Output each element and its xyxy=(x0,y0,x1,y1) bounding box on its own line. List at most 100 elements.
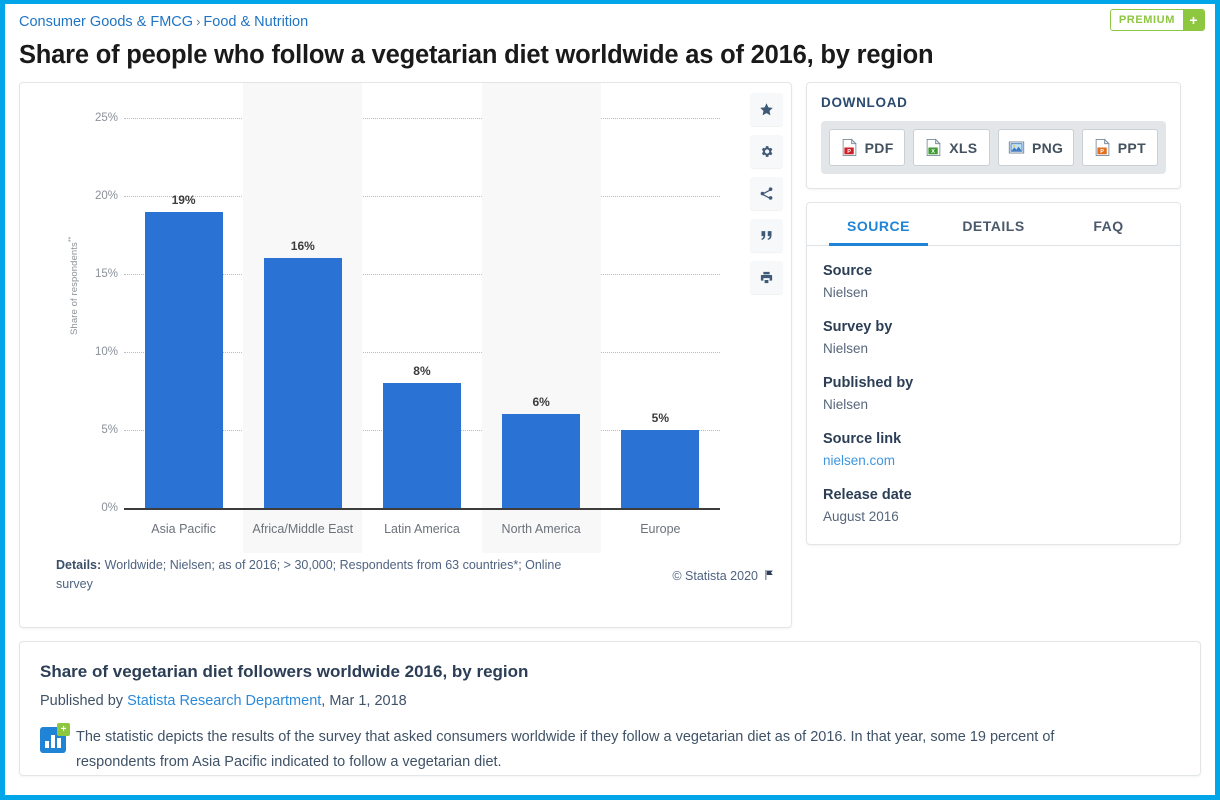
x-axis-label: Latin America xyxy=(384,522,460,536)
source-tabs: SOURCE DETAILS FAQ xyxy=(807,203,1180,246)
main-content: Share of respondents** 0% 5% 10% 15% 20% 25% … xyxy=(5,82,1215,628)
chart-band: 19% xyxy=(124,83,243,553)
download-pdf-button[interactable]: P PDF xyxy=(829,129,906,166)
star-icon xyxy=(759,102,774,117)
page-header: Consumer Goods & FMCG › Food & Nutrition S… xyxy=(5,4,1215,72)
cite-button[interactable] xyxy=(750,219,783,252)
bar[interactable]: 8% xyxy=(382,364,461,508)
share-button[interactable] xyxy=(750,177,783,210)
right-sidebar: DOWNLOAD P PDF X XLS PNG P PPT SOURCE DETAILS FA… xyxy=(806,82,1181,628)
bar-column: 16% xyxy=(243,83,362,508)
source-item: Source link nielsen.com xyxy=(823,429,1164,470)
quote-icon xyxy=(759,228,774,243)
settings-button[interactable] xyxy=(750,135,783,168)
share-icon xyxy=(759,186,774,201)
chart-details-text: Details: Worldwide; Nielsen; as of 2016;… xyxy=(56,556,576,594)
bar[interactable]: 6% xyxy=(502,395,581,508)
download-ppt-button[interactable]: P PPT xyxy=(1081,129,1158,166)
source-item-value: Nielsen xyxy=(823,285,869,300)
breadcrumb-item-0[interactable]: Consumer Goods & FMCG xyxy=(19,14,193,30)
flag-icon[interactable] xyxy=(763,569,775,584)
source-panel: SOURCE DETAILS FAQ Source Nielsen Survey by N… xyxy=(806,202,1181,545)
chart-band: 5% xyxy=(601,83,720,553)
download-button-label: PPT xyxy=(1117,139,1146,156)
statistic-publisher: Published by Statista Research Departmen… xyxy=(40,691,1180,712)
source-item: Survey by Nielsen xyxy=(823,317,1164,358)
ppt-file-icon: P xyxy=(1094,138,1111,157)
download-button-label: PNG xyxy=(1032,139,1064,156)
download-panel: DOWNLOAD P PDF X XLS PNG P PPT xyxy=(806,82,1181,189)
premium-plus-icon: + xyxy=(1183,10,1204,30)
source-item: Published by Nielsen xyxy=(823,373,1164,414)
print-button[interactable] xyxy=(750,261,783,294)
download-title: DOWNLOAD xyxy=(821,95,908,110)
publisher-link[interactable]: Statista Research Department xyxy=(127,693,321,709)
x-axis-label: Europe xyxy=(640,522,681,536)
y-tick-label: 5% xyxy=(101,424,118,436)
tab-details[interactable]: DETAILS xyxy=(936,203,1051,245)
source-item-key: Release date xyxy=(823,487,912,503)
download-button-label: PDF xyxy=(864,139,894,156)
page-inner: Consumer Goods & FMCG › Food & Nutrition S… xyxy=(5,4,1215,795)
published-prefix: Published by xyxy=(40,693,128,709)
bar[interactable]: 16% xyxy=(263,239,342,508)
chart-band: 16% xyxy=(243,83,363,553)
details-label: Details: xyxy=(56,558,102,572)
source-item-value[interactable]: nielsen.com xyxy=(823,451,1164,470)
chart-band: 8% xyxy=(362,83,481,553)
download-button-label: XLS xyxy=(949,139,978,156)
bar-value-label: 8% xyxy=(413,364,431,379)
source-item-value: Nielsen xyxy=(823,397,869,412)
source-item-value: Nielsen xyxy=(823,341,869,356)
bar-value-label: 19% xyxy=(171,192,196,207)
pdf-file-icon: P xyxy=(841,138,858,157)
source-item-key: Source xyxy=(823,263,873,279)
bar-value-label: 5% xyxy=(651,411,670,425)
x-axis-label: Africa/Middle East xyxy=(252,522,354,536)
source-item: Source Nielsen xyxy=(823,261,1164,302)
source-details-list: Source Nielsen Survey by Nielsen Published b… xyxy=(807,246,1180,526)
details-body: Worldwide; Nielsen; as of 2016; > 30,000… xyxy=(56,558,562,591)
download-png-button[interactable]: PNG xyxy=(997,129,1074,166)
favorite-button[interactable] xyxy=(750,93,783,126)
bar[interactable]: 19% xyxy=(144,193,223,508)
statistic-title: Share of vegetarian diet followers world… xyxy=(40,662,529,681)
bar-column: 6% xyxy=(482,83,601,508)
chart-toolbar xyxy=(750,93,783,294)
y-tick-label: 0% xyxy=(101,502,118,514)
xls-file-icon: X xyxy=(925,138,942,157)
source-item-key: Source link xyxy=(823,431,902,447)
chart-band: 6% xyxy=(481,83,601,553)
source-item-key: Published by xyxy=(823,375,914,391)
chart-plot-area: Share of respondents** 0% 5% 10% 15% 20% 25% … xyxy=(20,83,742,553)
y-tick-label: 25% xyxy=(94,112,118,124)
tab-source[interactable]: SOURCE xyxy=(821,203,936,246)
tab-faq[interactable]: FAQ xyxy=(1051,203,1166,245)
y-tick-label: 20% xyxy=(94,190,118,202)
x-axis-line xyxy=(124,508,720,510)
download-buttons: P PDF X XLS PNG P PPT xyxy=(821,121,1166,174)
breadcrumb-item-1[interactable]: Food & Nutrition xyxy=(203,14,308,30)
bar[interactable]: 5% xyxy=(621,411,700,508)
source-item: Release date August 2016 xyxy=(823,485,1164,526)
copyright-text: © Statista 2020 xyxy=(672,569,758,584)
png-file-icon xyxy=(1008,138,1025,157)
print-icon xyxy=(759,270,774,285)
x-axis-label: Asia Pacific xyxy=(151,522,216,536)
bar-value-label: 6% xyxy=(532,395,550,410)
statistic-description-row: + The statistic depicts the results of t… xyxy=(40,723,1180,775)
chart-footer: Details: Worldwide; Nielsen; as of 2016;… xyxy=(20,551,791,627)
source-item-value: August 2016 xyxy=(823,509,899,524)
svg-text:P: P xyxy=(1100,149,1104,155)
premium-badge[interactable]: PREMIUM + xyxy=(1109,9,1205,31)
chart-type-badge: + xyxy=(40,723,70,753)
download-xls-button[interactable]: X XLS xyxy=(913,129,990,166)
bar-column: 5% xyxy=(601,83,720,508)
bar-column: 8% xyxy=(362,83,481,508)
y-tick-label: 15% xyxy=(94,268,118,280)
breadcrumb-separator: › xyxy=(196,14,201,29)
statista-page: Consumer Goods & FMCG › Food & Nutrition S… xyxy=(0,0,1220,800)
statistic-info-card: Share of vegetarian diet followers world… xyxy=(19,641,1201,776)
premium-label: PREMIUM xyxy=(1110,10,1183,30)
breadcrumb: Consumer Goods & FMCG › Food & Nutrition xyxy=(19,12,1201,32)
